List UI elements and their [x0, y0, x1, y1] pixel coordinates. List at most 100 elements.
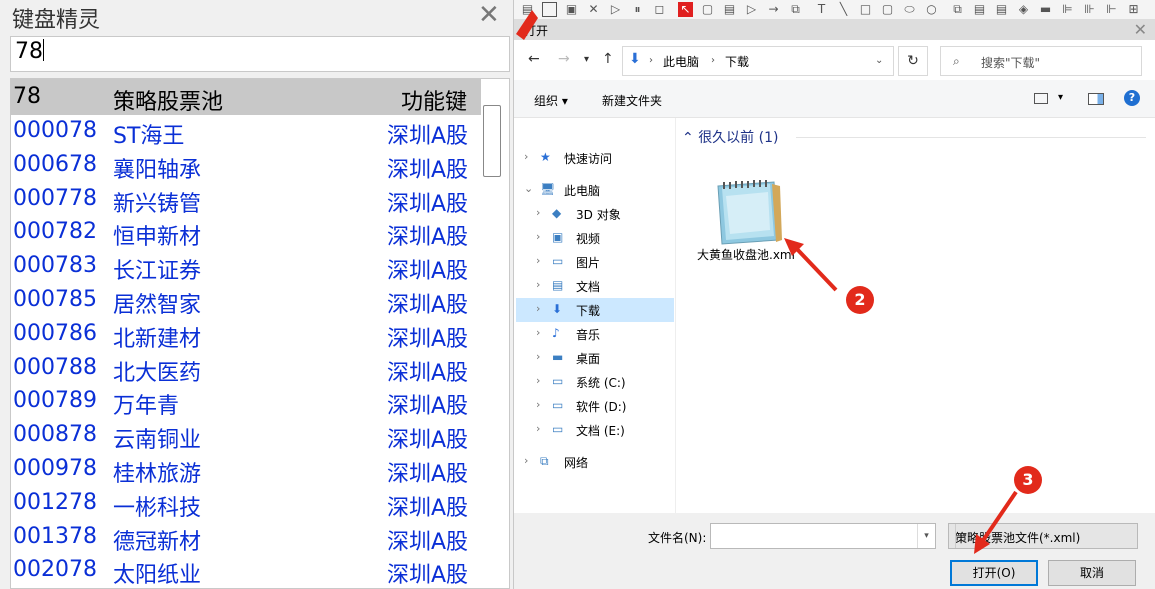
recent-dropdown-icon[interactable]: ▾	[584, 54, 589, 65]
line-tool-icon[interactable]: ╲	[836, 2, 851, 17]
nav-item[interactable]: ⌄ 🖥 此电脑	[516, 178, 674, 202]
triangle-icon[interactable]: ▷	[744, 2, 759, 17]
nav-item[interactable]: › ⬇ 下载	[516, 298, 674, 322]
arrow-right-icon[interactable]: →	[766, 2, 781, 17]
ellipse-tool-icon[interactable]: ⬭	[902, 2, 917, 17]
clip-icon[interactable]: ▤	[994, 2, 1009, 17]
note-icon[interactable]: ▤	[722, 2, 737, 17]
open-window-icon[interactable]	[542, 2, 557, 17]
save-icon[interactable]: ▣	[564, 2, 579, 17]
preview-pane-icon[interactable]	[1088, 93, 1104, 105]
table-row[interactable]: 000078 ST海王 深圳A股	[11, 115, 481, 149]
back-icon[interactable]: ←	[528, 51, 540, 67]
circle-tool-icon[interactable]: ○	[924, 2, 939, 17]
help-icon[interactable]: ?	[1124, 90, 1140, 106]
chevron-right-icon[interactable]: ›	[536, 398, 540, 411]
nav-item[interactable]: › ▭ 系统 (C:)	[516, 370, 674, 394]
up-icon[interactable]: ↑	[602, 51, 614, 67]
table-row[interactable]: 001378 德冠新材 深圳A股	[11, 521, 481, 555]
refresh-icon[interactable]: ↻	[898, 46, 928, 76]
file-type-dropdown-icon[interactable]: ▾	[955, 524, 973, 548]
nav-item[interactable]: › ▬ 桌面	[516, 346, 674, 370]
view-dropdown-icon[interactable]: ▾	[1058, 92, 1063, 103]
chevron-right-icon[interactable]: ›	[524, 150, 528, 163]
pointer-icon[interactable]: ↖	[678, 2, 693, 17]
group-header[interactable]: ⌃ 很久以前 (1)	[682, 127, 778, 147]
chevron-down-icon[interactable]: ⌄	[875, 55, 883, 66]
cancel-button[interactable]: 取消	[1048, 560, 1136, 586]
nav-item[interactable]: › ▣ 视频	[516, 226, 674, 250]
notepad-icon[interactable]	[708, 178, 784, 248]
chevron-right-icon[interactable]: ›	[536, 278, 540, 291]
chevron-right-icon[interactable]: ›	[536, 326, 540, 339]
nav-item[interactable]: › ▭ 软件 (D:)	[516, 394, 674, 418]
breadcrumb-this-pc[interactable]: 此电脑	[663, 53, 699, 70]
result-list[interactable]: 78 策略股票池 功能键 000078 ST海王 深圳A股 000678 襄阳轴承 深圳A…	[10, 78, 510, 589]
nav-item[interactable]: › ⧉ 网络	[516, 450, 674, 474]
line-width-icon[interactable]: ▬	[1038, 2, 1053, 17]
chevron-right-icon[interactable]: ›	[536, 422, 540, 435]
chevron-right-icon[interactable]: ›	[536, 374, 540, 387]
stop-icon[interactable]: ◻	[652, 2, 667, 17]
table-row[interactable]: 000878 云南铜业 深圳A股	[11, 419, 481, 453]
fill-icon[interactable]: ◈	[1016, 2, 1031, 17]
nav-item[interactable]: › ◆ 3D 对象	[516, 202, 674, 226]
open-button[interactable]: 打开(O)	[950, 560, 1038, 586]
file-type-select[interactable]: 策略股票池文件(*.xml) ▾	[948, 523, 1138, 549]
new-folder-button[interactable]: 新建文件夹	[602, 92, 662, 109]
paste-icon[interactable]: ▤	[972, 2, 987, 17]
table-row[interactable]: 002078 太阳纸业 深圳A股	[11, 554, 481, 588]
filename-dropdown-icon[interactable]: ▾	[917, 524, 935, 548]
chevron-right-icon[interactable]: ›	[536, 206, 540, 219]
chevron-right-icon[interactable]: ›	[536, 230, 540, 243]
table-row[interactable]: 000789 万年青 深圳A股	[11, 385, 481, 419]
text-tool-icon[interactable]: T	[814, 2, 829, 17]
navigation-pane[interactable]: › ★ 快速访问 ⌄ 🖥 此电脑 › ◆ 3D 对象 › ▣ 视频 › ▭ 图片 › ▤ 文档 › ⬇ 下载 › ♪ 音乐 › ▬…	[514, 118, 676, 513]
square-tool-icon[interactable]: ▢	[880, 2, 895, 17]
rect-tool-icon[interactable]: □	[858, 2, 873, 17]
organize-menu[interactable]: 组织 ▾	[534, 92, 568, 109]
align-right-icon[interactable]: ⊩	[1104, 2, 1119, 17]
nav-item[interactable]: › ♪ 音乐	[516, 322, 674, 346]
table-row[interactable]: 000788 北大医药 深圳A股	[11, 352, 481, 386]
table-row[interactable]: 000786 北新建材 深圳A股	[11, 318, 481, 352]
breadcrumb-downloads[interactable]: 下载	[725, 53, 749, 70]
forward-icon[interactable]: →	[558, 51, 570, 67]
table-row[interactable]: 000782 恒申新材 深圳A股	[11, 216, 481, 250]
nav-item[interactable]: › ▤ 文档	[516, 274, 674, 298]
view-icon[interactable]	[1034, 93, 1048, 104]
distribute-icon[interactable]: ⊞	[1126, 2, 1141, 17]
filename-input[interactable]: ▾	[710, 523, 936, 549]
table-row[interactable]: 000978 桂林旅游 深圳A股	[11, 453, 481, 487]
dialog-close-icon[interactable]: ✕	[1134, 20, 1147, 39]
rounded-rect-icon[interactable]: ▢	[700, 2, 715, 17]
align-left-icon[interactable]: ⊫	[1060, 2, 1075, 17]
align-center-icon[interactable]: ⊪	[1082, 2, 1097, 17]
delete-icon[interactable]: ✕	[586, 2, 601, 17]
page-icon[interactable]: ▤	[520, 2, 535, 17]
search-input[interactable]: ⌕ 搜索"下载"	[940, 46, 1142, 76]
table-row[interactable]: 001278 一彬科技 深圳A股	[11, 487, 481, 521]
address-path[interactable]: ⬇ › 此电脑 › 下载 ⌄	[622, 46, 894, 76]
chevron-right-icon[interactable]: ›	[536, 350, 540, 363]
close-icon[interactable]: ✕	[478, 0, 500, 30]
chevron-right-icon[interactable]: ›	[524, 454, 528, 467]
copy-shape-icon[interactable]: ⧉	[788, 2, 803, 17]
chevron-right-icon[interactable]: ›	[536, 254, 540, 267]
file-area[interactable]: ⌃ 很久以前 (1) 大黄鱼收盘池.xml	[676, 118, 1155, 513]
copy-icon[interactable]: ⧉	[950, 2, 965, 17]
chevron-right-icon[interactable]: ›	[536, 302, 540, 315]
nav-item[interactable]: › ▭ 文档 (E:)	[516, 418, 674, 442]
file-item-label[interactable]: 大黄鱼收盘池.xml	[696, 247, 796, 264]
play-icon[interactable]: ▷	[608, 2, 623, 17]
table-row[interactable]: 000785 居然智家 深圳A股	[11, 284, 481, 318]
pause-icon[interactable]: ⏸	[630, 2, 645, 17]
nav-item[interactable]: › ▭ 图片	[516, 250, 674, 274]
nav-item[interactable]: › ★ 快速访问	[516, 146, 674, 170]
table-row[interactable]: 000783 长江证券 深圳A股	[11, 250, 481, 284]
scrollbar-thumb[interactable]	[483, 105, 501, 177]
table-row[interactable]: 000678 襄阳轴承 深圳A股	[11, 149, 481, 183]
code-search-input[interactable]: 78	[10, 36, 510, 72]
table-row[interactable]: 000778 新兴铸管 深圳A股	[11, 183, 481, 217]
chevron-down-icon[interactable]: ⌄	[524, 182, 533, 195]
